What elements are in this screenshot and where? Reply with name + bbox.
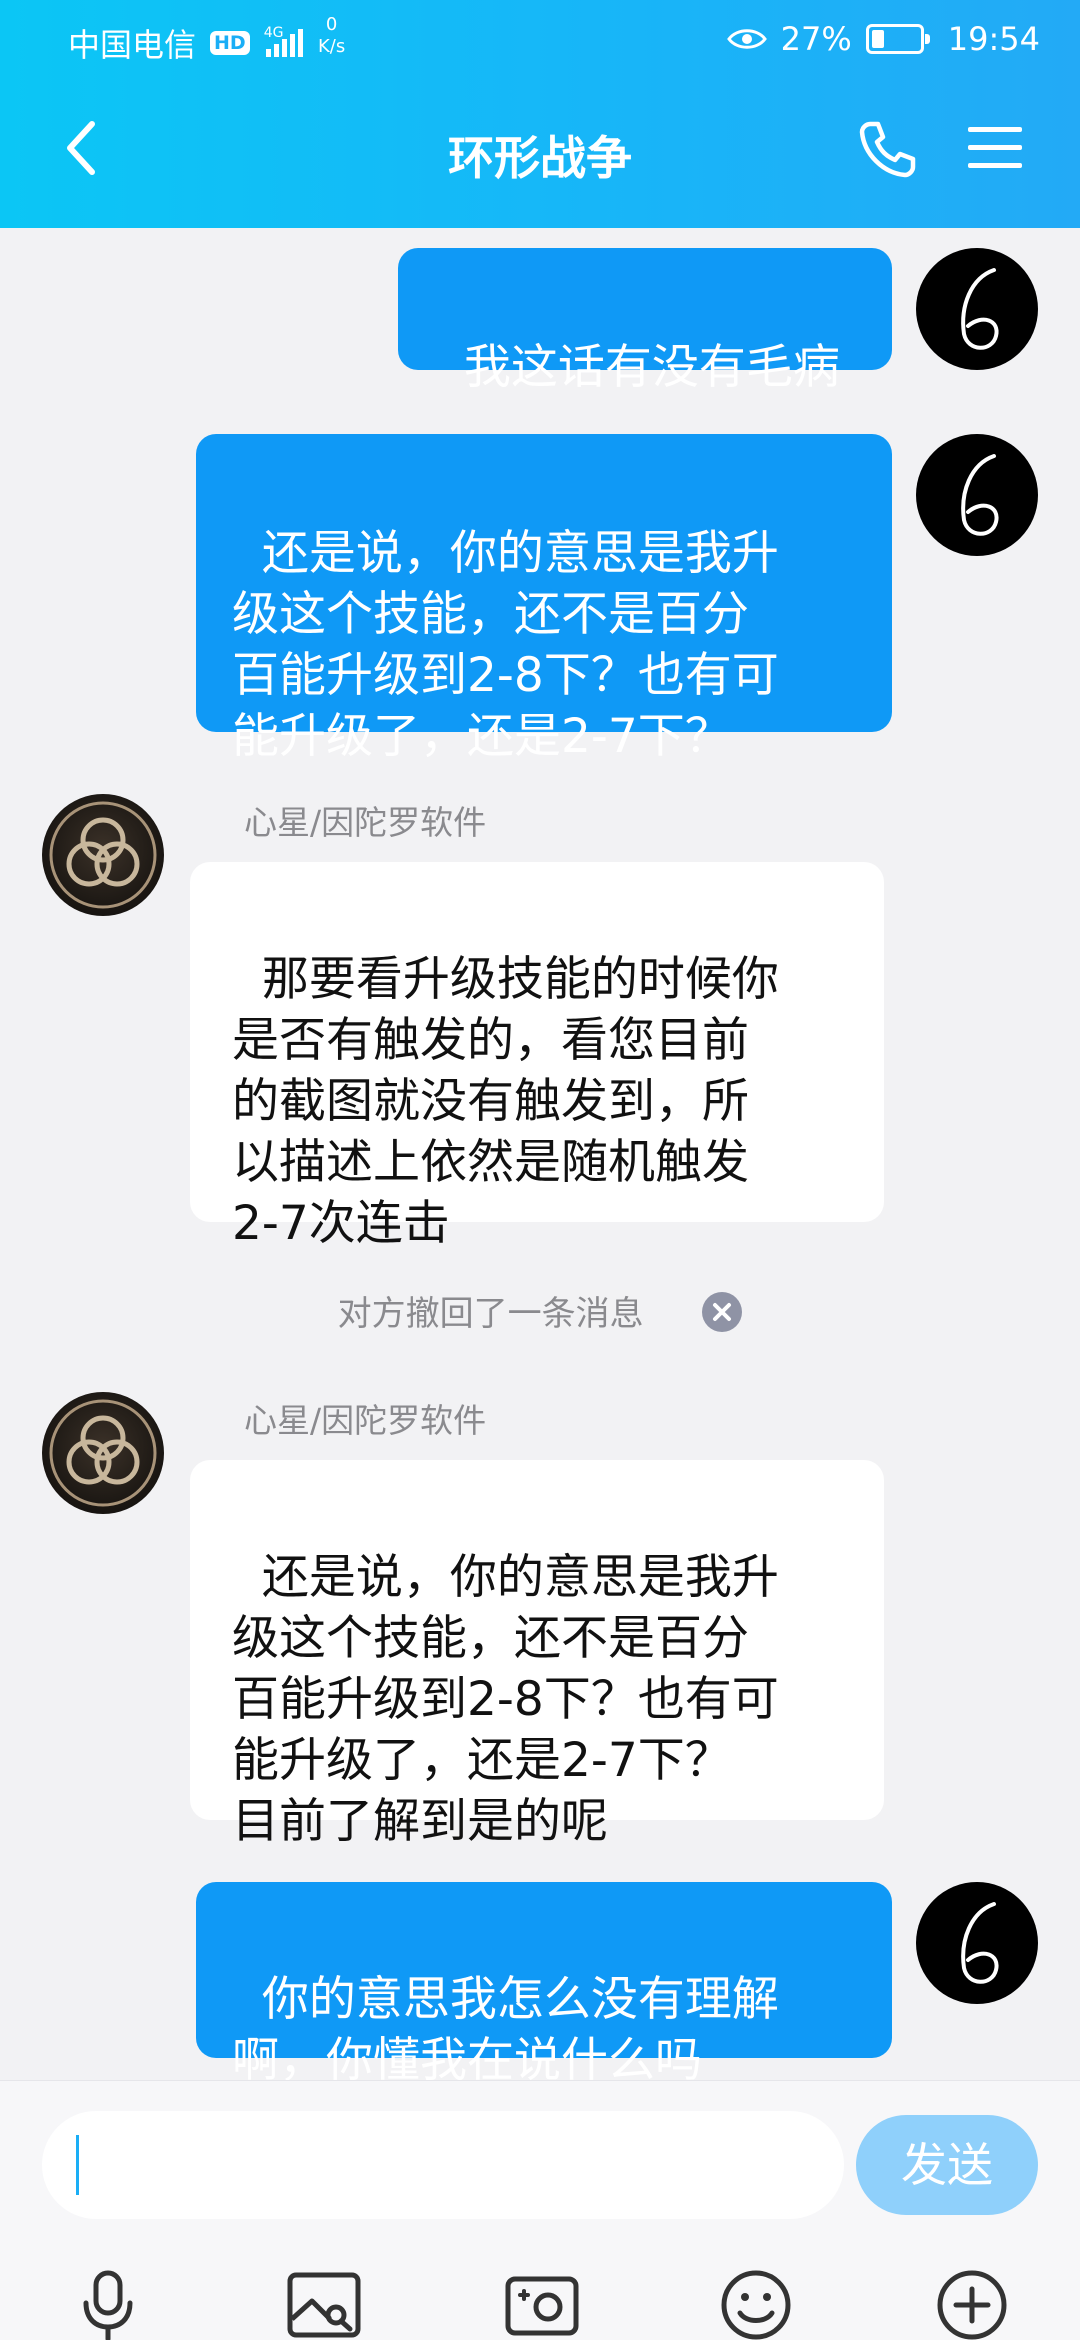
sender-name: 心星/因陀罗软件 [244,803,487,842]
contact-avatar[interactable] [42,794,164,916]
battery-icon [865,24,930,54]
camera-icon[interactable] [502,2265,582,2340]
contact-message-bubble[interactable]: 还是说，你的意思是我升 级这个技能，还不是百分 百能升级到2-8下？也有可 能升… [190,1460,884,1849]
ouroboros-logo-icon [49,1399,157,1507]
eye-icon [726,29,767,49]
avatar-six-icon [961,1902,999,1984]
my-avatar[interactable] [916,434,1038,556]
phone-icon[interactable] [856,118,918,180]
my-avatar[interactable] [916,1882,1038,2004]
input-toolbar [0,2241,1080,2340]
menu-icon[interactable] [966,124,1024,172]
recall-text: 对方撤回了一条消息 [337,1294,644,1334]
network-type-label: 4G [263,25,284,41]
contact-avatar[interactable] [42,1392,164,1514]
chat-header: 中国电信 HD 4G 0 K/s 27% 19:54 环形战争 [0,0,1080,228]
message-text: 还是说，你的意思是我升 级这个技能，还不是百分 百能升级到2-8下？也有可 能升… [232,526,779,764]
signal-icon: 4G [264,25,303,57]
my-message-bubble[interactable]: 我这话有没有毛病 [398,248,892,395]
hd-badge: HD [210,31,250,55]
avatar-six-icon [961,454,999,536]
status-bar: 中国电信 HD 4G 0 K/s 27% 19:54 [0,14,1080,64]
message-text: 那要看升级技能的时候你 是否有触发的，看您目前 的截图就没有触发到，所 以描述上… [232,952,779,1251]
my-avatar[interactable] [916,248,1038,370]
message-text: 还是说，你的意思是我升 级这个技能，还不是百分 百能升级到2-8下？也有可 能升… [232,1550,779,1849]
input-bar: 发送 [0,2080,1080,2340]
send-button[interactable]: 发送 [856,2115,1038,2215]
contact-message-bubble[interactable]: 那要看升级技能的时候你 是否有触发的，看您目前 的截图就没有触发到，所 以描述上… [190,862,884,1251]
my-message-bubble[interactable]: 你的意思我怎么没有理解 啊，你懂我在说什么吗 [196,1882,892,2088]
net-speed: 0 K/s [318,14,346,57]
plus-icon[interactable] [932,2265,1012,2340]
image-icon[interactable] [284,2265,364,2340]
carrier-label: 中国电信 [68,26,197,64]
emoji-icon[interactable] [716,2265,796,2340]
message-text: 我这话有没有毛病 [463,340,840,395]
sender-name: 心星/因陀罗软件 [244,1401,487,1440]
recall-notice: 对方撤回了一条消息 [0,1286,1080,1336]
message-text: 你的意思我怎么没有理解 啊，你懂我在说什么吗 [232,1972,779,2088]
text-caret [76,2135,79,2195]
close-icon[interactable] [702,1291,743,1332]
my-message-bubble[interactable]: 还是说，你的意思是我升 级这个技能，还不是百分 百能升级到2-8下？也有可 能升… [196,434,892,764]
avatar-six-icon [961,268,999,350]
microphone-icon[interactable] [68,2265,148,2340]
clock: 19:54 [947,20,1040,58]
battery-percent: 27% [780,20,852,58]
ouroboros-logo-icon [49,801,157,909]
chat-title: 环形战争 [448,131,632,185]
message-input[interactable] [42,2111,844,2219]
